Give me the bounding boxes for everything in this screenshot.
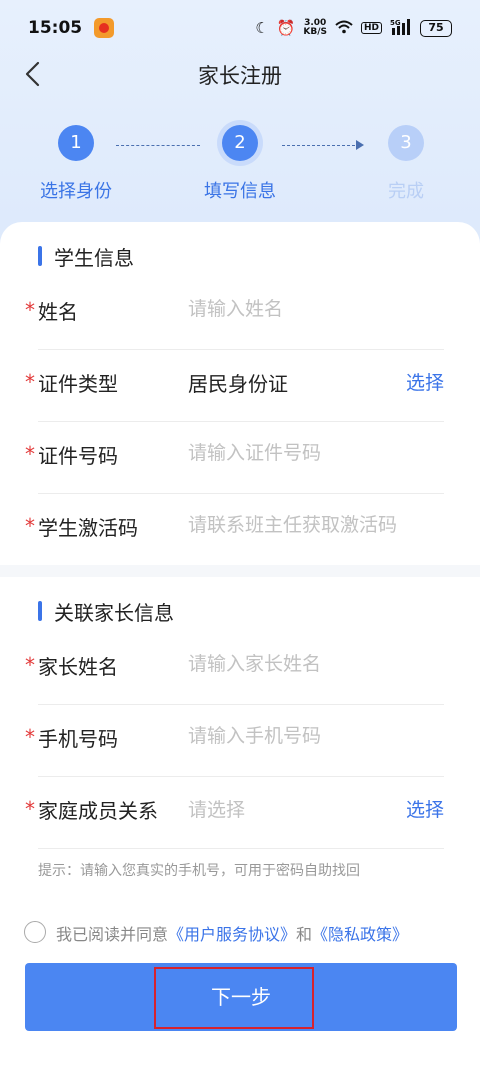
- activation-code-input[interactable]: [188, 508, 438, 542]
- required-mark: *: [25, 442, 35, 466]
- phone-tip: 提示：请输入您真实的手机号，可用于密码自助找回: [38, 863, 360, 879]
- required-mark: *: [25, 370, 35, 394]
- status-time: 15:05: [28, 18, 83, 38]
- network-speed: 3.00 KB/S: [303, 18, 327, 37]
- field-label: 家庭成员关系: [38, 799, 158, 823]
- privacy-policy-link[interactable]: 《隐私政策》: [312, 925, 408, 944]
- field-label: 家长姓名: [38, 655, 118, 679]
- step-select-identity: 1 选择身份: [16, 120, 136, 203]
- parent-name-input[interactable]: [188, 647, 438, 681]
- id-number-row: * 证件号码: [0, 422, 480, 494]
- parent-section-title: 关联家长信息: [38, 597, 174, 626]
- step-label: 选择身份: [40, 181, 112, 202]
- field-label: 证件类型: [38, 372, 118, 396]
- step-label: 完成: [388, 181, 424, 202]
- alarm-icon: ⏰: [276, 19, 296, 37]
- relation-placeholder: 请选择: [188, 799, 246, 821]
- student-section-title: 学生信息: [38, 242, 134, 271]
- parent-name-row: * 家长姓名: [0, 633, 480, 705]
- required-mark: *: [25, 797, 35, 821]
- weibo-notification-icon: [94, 18, 115, 38]
- step-number: 2: [222, 125, 258, 161]
- agreement-row: 我已阅读并同意《用户服务协议》和《隐私政策》: [24, 918, 464, 948]
- wifi-icon: [335, 20, 353, 37]
- id-type-row[interactable]: * 证件类型 居民身份证 选择: [0, 350, 480, 422]
- status-icons: ☾ ⏰ 3.00 KB/S HD 5G 75: [255, 18, 452, 38]
- student-name-row: * 姓名: [0, 278, 480, 350]
- agreement-text: 我已阅读并同意《用户服务协议》和《隐私政策》: [56, 925, 409, 944]
- step-number: 3: [388, 125, 424, 161]
- divider: [38, 848, 444, 849]
- svg-text:5G: 5G: [390, 19, 401, 27]
- required-mark: *: [25, 298, 35, 322]
- id-number-input[interactable]: [188, 436, 438, 470]
- field-label: 姓名: [38, 300, 78, 324]
- relation-select-link[interactable]: 选择: [406, 795, 444, 822]
- agree-radio[interactable]: [24, 921, 46, 943]
- phone-row: * 手机号码: [0, 705, 480, 777]
- step-complete: 3 完成: [346, 120, 466, 203]
- field-label: 证件号码: [38, 444, 118, 468]
- required-mark: *: [25, 653, 35, 677]
- page-title: 家长注册: [198, 64, 282, 88]
- step-label: 填写信息: [204, 181, 276, 202]
- nav-bar: 家长注册: [0, 48, 480, 100]
- step-number: 1: [58, 125, 94, 161]
- hd-badge: HD: [360, 22, 382, 34]
- moon-icon: ☾: [255, 19, 269, 37]
- relation-row[interactable]: * 家庭成员关系 请选择 选择: [0, 777, 480, 849]
- required-mark: *: [25, 514, 35, 538]
- field-label: 学生激活码: [38, 516, 138, 540]
- field-label: 手机号码: [38, 727, 118, 751]
- highlight-box: [154, 967, 314, 1029]
- id-type-value: 居民身份证: [188, 372, 288, 396]
- signal-icon: 5G: [390, 18, 412, 38]
- user-agreement-link[interactable]: 《用户服务协议》: [168, 925, 296, 944]
- battery-indicator: 75: [420, 19, 452, 37]
- id-type-select-link[interactable]: 选择: [406, 368, 444, 395]
- activation-code-row: * 学生激活码: [0, 494, 480, 566]
- phone-input[interactable]: [188, 719, 438, 753]
- student-name-input[interactable]: [188, 292, 438, 326]
- step-fill-info: 2 填写信息: [180, 120, 300, 203]
- section-separator: [0, 565, 480, 577]
- form-card: 学生信息 * 姓名 * 证件类型 居民身份证 选择 * 证件号码 * 学生激活码…: [0, 222, 480, 1073]
- required-mark: *: [25, 725, 35, 749]
- step-progress: 1 选择身份 2 填写信息 3 完成: [0, 120, 480, 210]
